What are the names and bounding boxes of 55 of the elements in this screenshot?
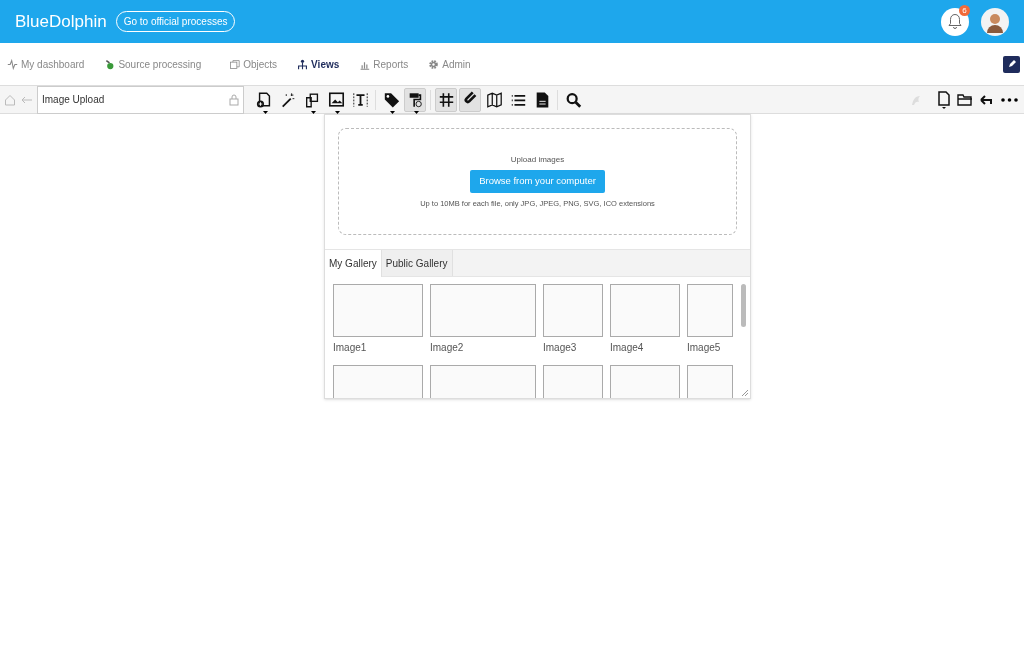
nav-tab[interactable]: Reports [359,56,409,72]
settings-icon [428,58,440,70]
image-icon [327,90,345,109]
image-label: Image1 [333,341,368,355]
magic-wand-icon [279,90,297,109]
caret-icon [311,110,316,114]
map-icon [485,90,503,109]
notifications-button[interactable]: 6 [941,7,969,36]
nav-tab[interactable]: Admin [428,56,471,72]
image-thumbnail[interactable] [430,365,536,398]
image-thumbnail[interactable] [610,365,680,398]
view-name-field[interactable]: Image Upload [37,85,244,114]
image-thumbnail[interactable] [687,284,733,337]
image-thumbnail[interactable] [543,284,603,337]
nav-tab[interactable]: Objects [229,56,278,72]
hierarchy-icon [297,58,309,70]
text-box-icon [351,90,369,109]
pencil-icon [1006,59,1017,69]
gallery-tab[interactable]: My Gallery [325,250,382,277]
image-thumbnail[interactable] [687,365,733,398]
image-thumbnail[interactable] [610,284,680,337]
image-label: Image5 [687,341,722,355]
logo[interactable]: BlueDolphin [15,8,107,35]
nav-tab[interactable]: My dashboard [7,56,85,72]
caret-icon [263,110,268,114]
bell-icon [947,13,963,30]
nav-tab[interactable]: Source processing [104,56,202,72]
toolbar-button[interactable] [459,87,481,112]
image-thumbnail[interactable] [430,284,536,337]
notification-badge: 6 [959,4,970,16]
toolbar-button[interactable] [404,87,426,112]
image-thumbnail[interactable] [333,284,423,337]
pulse-icon [7,58,18,70]
edit-button[interactable] [1003,55,1020,73]
gallery-tab[interactable]: Public Gallery [381,250,453,276]
folder-icon[interactable] [957,93,973,106]
image-thumbnail[interactable] [543,365,603,398]
browse-button[interactable]: Browse from your computer [470,170,605,193]
new-page-icon[interactable] [937,90,951,109]
objects-icon [229,58,241,70]
upload-title: Upload images [510,154,565,167]
more-icon[interactable] [1001,97,1018,102]
toolbar-button[interactable] [435,87,457,112]
image-thumbnail[interactable] [333,365,423,398]
grid-icon [437,90,455,109]
add-page-icon [255,90,273,109]
search-icon [564,90,582,109]
undo-icon[interactable] [979,93,995,106]
image-label: Image3 [543,341,578,355]
tag-icon [382,90,400,109]
avatar[interactable] [981,7,1009,36]
image-label: Image4 [610,341,645,355]
resize-handle-icon[interactable] [741,389,749,397]
nav-tab[interactable]: Views [297,56,340,72]
image-label: Image2 [430,341,465,355]
